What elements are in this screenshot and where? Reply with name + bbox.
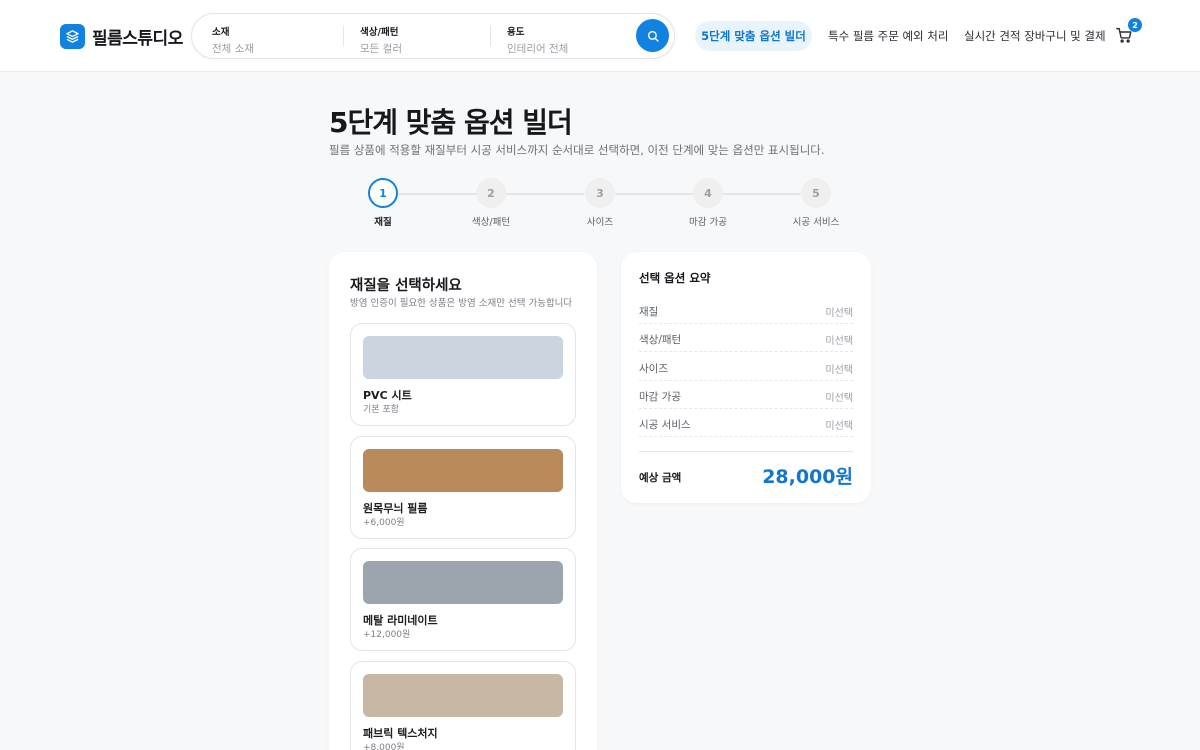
step-label: 사이즈 <box>586 217 614 228</box>
summary-value: 미선택 <box>825 365 853 376</box>
summary-row-installation: 시공 서비스 미선택 <box>639 409 853 437</box>
nav-realtime-cart[interactable]: 실시간 견적 장바구니 및 결제 <box>964 28 1106 44</box>
search-icon <box>647 30 659 42</box>
step-number: 5 <box>801 178 831 208</box>
page-title: 5단계 맞춤 옵션 빌더 <box>329 106 573 139</box>
option-price: 기본 포함 <box>363 405 399 415</box>
summary-row-material: 재질 미선택 <box>639 296 853 324</box>
summary-key: 시공 서비스 <box>639 419 691 431</box>
step-label: 마감 가공 <box>689 217 727 228</box>
top-header: 필름스튜디오 소재 전체 소재 색상/패턴 모든 컬러 용도 인테리어 전체 5… <box>0 0 1200 72</box>
step-installation[interactable]: 5 시공 서비스 <box>766 178 866 228</box>
search-segment-label: 소재 <box>212 27 230 38</box>
total-label: 예상 금액 <box>639 472 682 484</box>
option-price: +6,000원 <box>363 518 405 528</box>
step-number: 2 <box>476 178 506 208</box>
search-segment-material[interactable]: 소재 전체 소재 <box>212 14 352 58</box>
summary-key: 사이즈 <box>639 363 668 375</box>
cart-count-badge: 2 <box>1128 18 1142 32</box>
step-number: 3 <box>585 178 615 208</box>
summary-value: 미선택 <box>825 336 853 347</box>
material-swatch <box>363 561 563 604</box>
step-material[interactable]: 1 재질 <box>333 178 433 228</box>
option-price: +12,000원 <box>363 630 411 640</box>
step-label: 재질 <box>374 217 392 228</box>
page-description: 필름 상품에 적용할 재질부터 시공 서비스까지 순서대로 선택하면, 이전 단… <box>329 143 825 157</box>
search-segment-color[interactable]: 색상/패턴 모든 컬러 <box>360 14 490 58</box>
summary-value: 미선택 <box>825 308 853 319</box>
search-divider <box>343 26 344 46</box>
search-segment-value: 인테리어 전체 <box>507 43 569 55</box>
material-swatch <box>363 336 563 379</box>
step-size[interactable]: 3 사이즈 <box>550 178 650 228</box>
summary-row-color: 색상/패턴 미선택 <box>639 324 853 352</box>
step-label: 시공 서비스 <box>792 217 840 228</box>
material-panel: 재질을 선택하세요 방염 인증이 필요한 상품은 방염 소재만 선택 가능합니다… <box>329 252 597 750</box>
search-segment-usage[interactable]: 용도 인테리어 전체 <box>507 14 627 58</box>
search-bar: 소재 전체 소재 색상/패턴 모든 컬러 용도 인테리어 전체 <box>191 13 675 59</box>
search-segment-value: 전체 소재 <box>212 43 254 55</box>
material-option-fabric[interactable]: 패브릭 텍스처지 +8,000원 <box>350 661 576 750</box>
nav-special-order[interactable]: 특수 필름 주문 예외 처리 <box>828 28 948 44</box>
summary-key: 마감 가공 <box>639 391 681 403</box>
panel-description: 방염 인증이 필요한 상품은 방염 소재만 선택 가능합니다 <box>350 298 573 309</box>
step-number: 1 <box>368 178 398 208</box>
step-progress: 1 재질 2 색상/패턴 3 사이즈 4 마감 가공 5 시공 서비스 <box>329 178 870 228</box>
search-button[interactable] <box>636 19 669 52</box>
nav-option-builder[interactable]: 5단계 맞춤 옵션 빌더 <box>695 21 812 51</box>
material-option-pvc[interactable]: PVC 시트 기본 포함 <box>350 323 576 426</box>
option-name: 패브릭 텍스처지 <box>363 727 438 740</box>
brand-name: 필름스튜디오 <box>92 28 183 49</box>
material-swatch <box>363 674 563 717</box>
summary-key: 색상/패턴 <box>639 334 682 346</box>
material-option-metal[interactable]: 메탈 라미네이트 +12,000원 <box>350 548 576 651</box>
option-name: PVC 시트 <box>363 389 412 402</box>
summary-row-size: 사이즈 미선택 <box>639 353 853 381</box>
panel-title: 재질을 선택하세요 <box>350 278 462 294</box>
summary-divider <box>639 451 853 452</box>
search-divider <box>490 26 491 46</box>
layers-icon <box>60 23 85 49</box>
step-number: 4 <box>693 178 723 208</box>
brand-logo[interactable]: 필름스튜디오 <box>60 23 183 49</box>
search-segment-label: 용도 <box>507 27 525 38</box>
summary-value: 미선택 <box>825 393 853 404</box>
summary-key: 재질 <box>639 306 659 318</box>
step-label: 색상/패턴 <box>471 217 511 228</box>
material-option-wood[interactable]: 원목무늬 필름 +6,000원 <box>350 436 576 539</box>
option-price: +8,000원 <box>363 743 405 750</box>
summary-panel: 선택 옵션 요약 재질 미선택 색상/패턴 미선택 사이즈 미선택 마감 가공 … <box>621 252 871 503</box>
search-segment-value: 모든 컬러 <box>360 43 402 55</box>
material-swatch <box>363 449 563 492</box>
search-segment-label: 색상/패턴 <box>360 27 399 38</box>
step-color-pattern[interactable]: 2 색상/패턴 <box>441 178 541 228</box>
step-finishing[interactable]: 4 마감 가공 <box>658 178 758 228</box>
total-price: 28,000원 <box>762 466 853 488</box>
option-name: 원목무늬 필름 <box>363 502 428 515</box>
summary-row-finishing: 마감 가공 미선택 <box>639 381 853 409</box>
option-name: 메탈 라미네이트 <box>363 614 438 627</box>
summary-value: 미선택 <box>825 421 853 432</box>
summary-title: 선택 옵션 요약 <box>639 271 711 285</box>
